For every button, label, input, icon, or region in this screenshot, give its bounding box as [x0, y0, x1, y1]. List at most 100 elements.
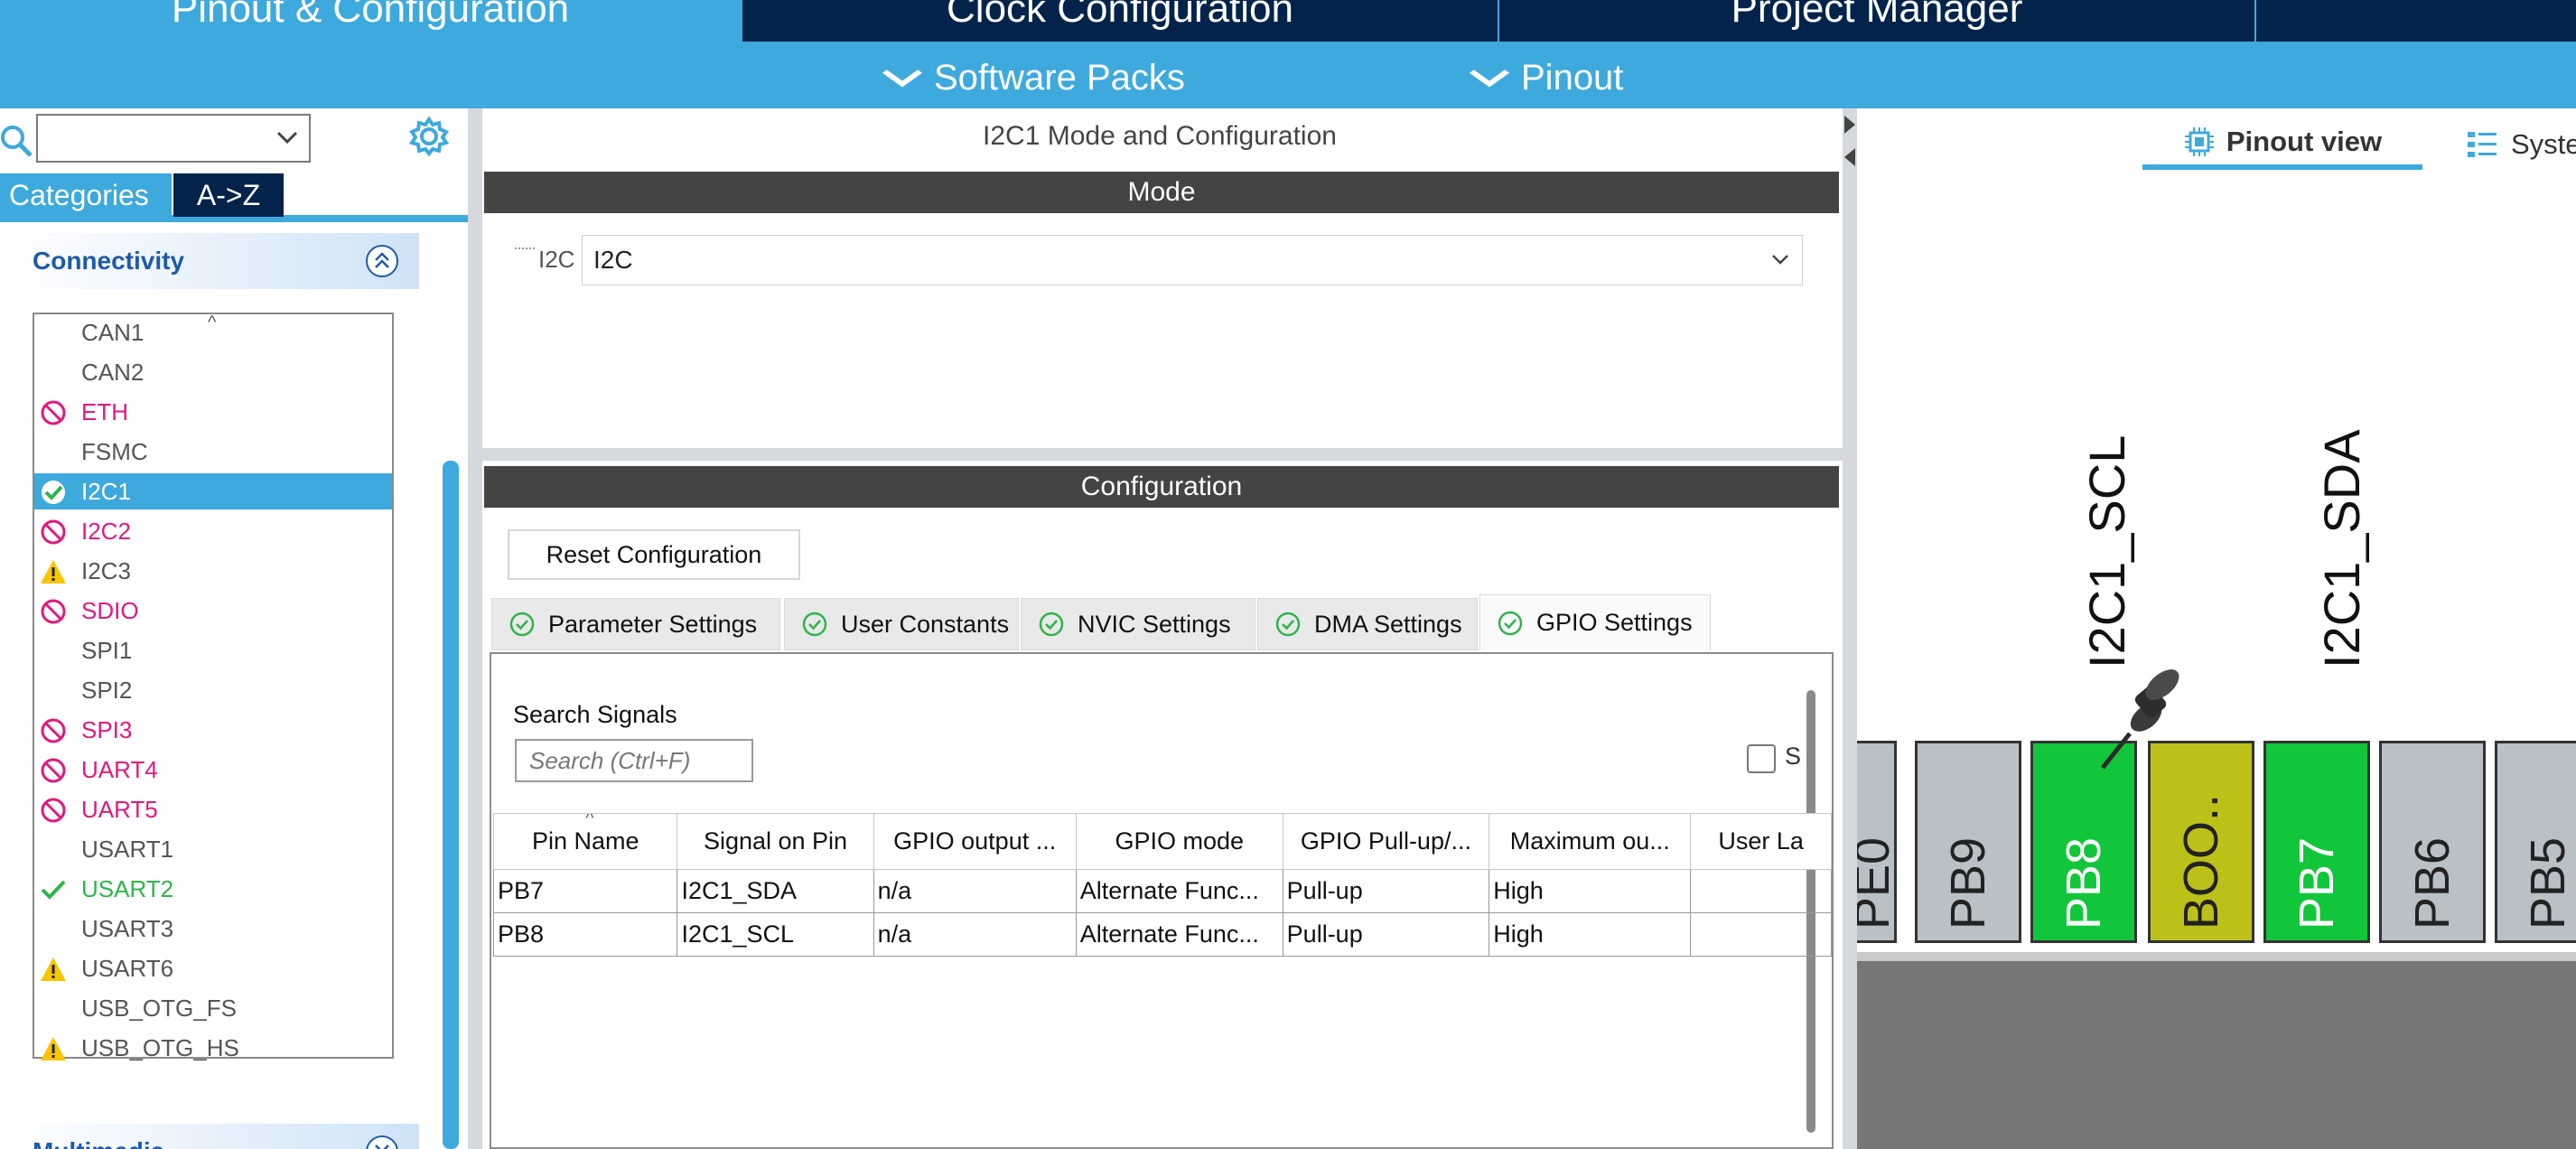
peripheral-item-can2[interactable]: CAN2 [34, 354, 392, 390]
mode-configuration-panel: I2C1 Mode and Configuration Mode I2C I2C… [482, 108, 1843, 1149]
peripheral-item-usart3[interactable]: USART3 [34, 911, 392, 947]
pin-label: PB8 [2057, 836, 2111, 929]
peripheral-item-can1[interactable]: CAN1 [34, 314, 392, 350]
pinout-menu[interactable]: Pinout [1469, 52, 1623, 103]
warning-icon [41, 1037, 66, 1060]
peripheral-item-spi3[interactable]: SPI3 [34, 712, 392, 748]
warning-icon [41, 958, 66, 981]
table-cell: n/a [873, 912, 1077, 957]
peripheral-item-uart5[interactable]: UART5 [34, 791, 392, 827]
pin-pb6[interactable]: PB6 [2379, 741, 2486, 943]
table-cell: I2C1_SCL [677, 912, 874, 957]
software-packs-label: Software Packs [934, 57, 1185, 98]
collapse-panel-icon[interactable] [1843, 112, 1857, 175]
pin-pb5[interactable]: PB5 [2495, 741, 2576, 943]
column-header[interactable]: User La [1690, 813, 1832, 870]
right-splitter[interactable] [1843, 108, 1857, 1149]
gpio-settings-content: Search Signals Search (Ctrl+F) S Pin Nam… [490, 652, 1834, 1149]
peripheral-item-spi2[interactable]: SPI2 [34, 672, 392, 708]
i2c-mode-value: I2C [593, 246, 633, 274]
search-combobox[interactable] [36, 114, 311, 163]
peripheral-item-sdio[interactable]: SDIO [34, 593, 392, 629]
peripheral-item-usart1[interactable]: USART1 [34, 831, 392, 867]
tab-categories[interactable]: Categories [0, 173, 172, 217]
tree-connector [515, 248, 535, 249]
expand-down-icon[interactable] [365, 1135, 399, 1149]
peripheral-item-usart6[interactable]: USART6 [34, 950, 392, 986]
peripheral-label: FSMC [81, 437, 148, 465]
peripheral-item-i2c2[interactable]: I2C2 [34, 513, 392, 549]
category-header-multimedia[interactable]: Multimedia [11, 1124, 419, 1149]
pin-pe0[interactable]: PE0 [1857, 741, 1897, 943]
chevron-down-icon [1772, 255, 1788, 265]
peripheral-item-eth[interactable]: ETH [34, 394, 392, 430]
peripheral-label: I2C3 [81, 556, 131, 584]
tab-dma-settings[interactable]: DMA Settings [1257, 598, 1478, 650]
disabled-icon [41, 798, 66, 823]
pin-label: PB6 [2405, 836, 2459, 929]
table-row[interactable]: PB7 I2C1_SDA n/a Alternate Func... Pull-up Hi… [492, 869, 1832, 913]
peripheral-label: USB_OTG_FS [81, 994, 237, 1022]
table-cell: High [1489, 912, 1692, 957]
table-row[interactable]: PB8 I2C1_SCL n/a Alternate Func... Pull-up Hi… [492, 912, 1832, 957]
check-circle-icon [509, 612, 535, 637]
category-header-connectivity[interactable]: Connectivity [11, 233, 419, 289]
pushpin-icon [2101, 669, 2179, 770]
show-modified-checkbox[interactable] [1747, 744, 1776, 773]
left-splitter[interactable] [468, 108, 482, 1149]
peripheral-item-fsmc[interactable]: FSMC [34, 434, 392, 470]
peripheral-label: UART5 [81, 795, 158, 823]
tab-pinout-view-label: Pinout view [2226, 126, 2383, 157]
column-header[interactable]: GPIO output ... [873, 813, 1077, 870]
peripheral-label: SPI1 [81, 636, 133, 664]
peripheral-item-usart2[interactable]: USART2 [34, 871, 392, 907]
tab-project-manager[interactable]: Project Manager [1499, 0, 2254, 42]
pin-label: BOO.. [2174, 793, 2228, 929]
tab-tools[interactable] [2256, 0, 2576, 42]
search-icon[interactable] [0, 125, 33, 157]
tab-gpio-settings-label: GPIO Settings [1536, 609, 1693, 636]
column-header[interactable]: GPIO Pull-up/... [1282, 813, 1490, 870]
column-header[interactable]: Signal on Pin [677, 813, 874, 870]
tab-nvic-settings[interactable]: NVIC Settings [1021, 598, 1255, 650]
tab-pinout-configuration[interactable]: Pinout & Configuration [0, 0, 741, 42]
column-header[interactable]: GPIO mode [1075, 813, 1283, 870]
tab-pinout-view[interactable]: Pinout view [2142, 119, 2422, 170]
reset-configuration-button[interactable]: Reset Configuration [508, 529, 800, 580]
category-connectivity-label: Connectivity [33, 247, 185, 275]
pin-label: PE0 [1857, 836, 1897, 929]
categories-scrollbar-thumb[interactable] [443, 461, 459, 1149]
peripheral-item-usb-otg-fs[interactable]: USB_OTG_FS [34, 990, 392, 1026]
collapse-up-icon[interactable] [365, 244, 399, 278]
pin-pb7[interactable]: PB7 [2263, 741, 2370, 943]
tab-a-z[interactable]: A->Z [173, 173, 284, 217]
software-packs-menu[interactable]: Software Packs [882, 52, 1185, 103]
section-splitter[interactable] [482, 448, 1843, 461]
table-cell [1690, 869, 1832, 913]
peripheral-item-usb-otg-hs[interactable]: USB_OTG_HS [34, 1030, 392, 1066]
column-header[interactable]: Pin Name [492, 813, 678, 870]
table-cell [1690, 912, 1832, 957]
table-cell: High [1489, 869, 1692, 913]
pin-label: PB9 [1941, 836, 1995, 929]
tab-parameter-settings[interactable]: Parameter Settings [491, 598, 780, 650]
top-navigation-bar: Pinout & Configuration Clock Configurati… [0, 0, 2576, 108]
tab-clock-configuration[interactable]: Clock Configuration [742, 0, 1498, 42]
tab-gpio-settings[interactable]: GPIO Settings [1479, 594, 1711, 650]
tab-user-constants[interactable]: User Constants [784, 598, 1019, 650]
check-circle-icon [802, 612, 827, 637]
i2c-mode-select[interactable]: I2C [582, 235, 1803, 285]
column-header[interactable]: Maximum ou... [1489, 813, 1692, 870]
disabled-icon [41, 718, 66, 743]
tab-system-view[interactable]: Syste [2466, 119, 2576, 170]
warning-icon [41, 560, 66, 584]
disabled-icon [41, 599, 66, 624]
gear-icon[interactable] [408, 116, 450, 157]
peripheral-item-i2c1[interactable]: I2C1 [34, 473, 392, 509]
peripheral-item-spi1[interactable]: SPI1 [34, 632, 392, 668]
peripheral-item-i2c3[interactable]: I2C3 [34, 553, 392, 589]
search-signals-input[interactable]: Search (Ctrl+F) [515, 739, 753, 782]
peripheral-label: SDIO [81, 596, 139, 624]
pin-pb9[interactable]: PB9 [1915, 741, 2021, 943]
peripheral-item-uart4[interactable]: UART4 [34, 752, 392, 788]
